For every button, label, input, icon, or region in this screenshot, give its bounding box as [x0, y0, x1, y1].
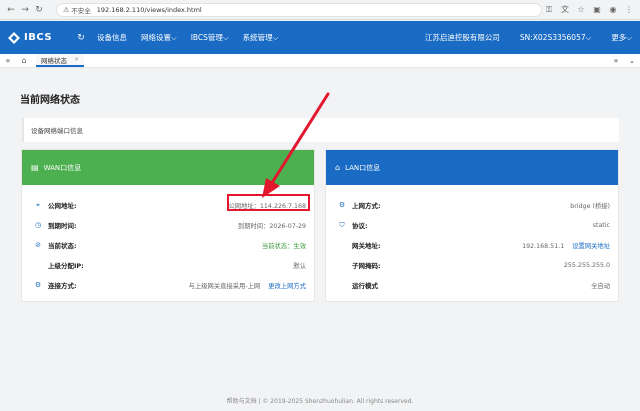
- annotation-arrow: [262, 92, 330, 198]
- clock-icon: ◷: [34, 221, 42, 229]
- extensions-icon[interactable]: ▣: [590, 5, 604, 14]
- wan-row-upstream-ip: 上级分配IP: 默认: [22, 255, 314, 275]
- row-label: 网关地址:: [352, 242, 381, 250]
- lan-panel-title: LAN口信息: [345, 163, 381, 172]
- lan-row-protocol: ⛉ 协议: static: [326, 215, 618, 235]
- menu-dots-icon[interactable]: ⋮: [622, 5, 636, 14]
- lan-row-run-mode: 运行模式 全自动: [326, 275, 618, 295]
- book-icon: ▤: [31, 163, 39, 172]
- gateway-value: 192.168.51.1: [522, 242, 565, 250]
- chevron-down-icon[interactable]: ⌄: [624, 56, 640, 65]
- app-header: IBCS ↻ 设备信息 网络设置⌵ IBCS管理⌵ 系统管理⌵ 江苏启迪控股有限…: [0, 21, 640, 54]
- page-title: 当前网络状态: [20, 95, 80, 106]
- row-label: 上网方式:: [352, 202, 381, 210]
- menu-device-info[interactable]: 设备信息: [97, 32, 127, 43]
- row-label: 上级分配IP:: [48, 262, 84, 270]
- scroll-right-icon[interactable]: »: [608, 56, 624, 65]
- wan-row-status: ⊘ 当前状态: 当前状态：生效: [22, 235, 314, 255]
- close-icon[interactable]: ×: [74, 56, 79, 63]
- tab-network-status[interactable]: 网络状态 ×: [36, 54, 85, 67]
- scroll-left-icon[interactable]: «: [0, 56, 16, 65]
- row-value: 与上级网关直接采用-上网 更改上网方式: [189, 281, 306, 290]
- company-name: 江苏启迪控股有限公司: [424, 33, 500, 42]
- logo-icon: [8, 31, 20, 44]
- lan-row-gateway: 网关地址: 192.168.51.1 设置网关地址: [326, 235, 618, 255]
- row-label: 协议:: [352, 222, 368, 230]
- warning-icon[interactable]: ⚠: [63, 6, 69, 14]
- lan-panel-header: ⌂ LAN口信息: [326, 150, 618, 185]
- row-label: 到期时间:: [48, 222, 77, 230]
- gear-icon: ⚙: [34, 281, 42, 289]
- row-label: 子网掩码:: [352, 262, 381, 270]
- main-menu: 设备信息 网络设置⌵ IBCS管理⌵ 系统管理⌵: [97, 32, 292, 43]
- footer-text: 帮助与文档 | © 2019-2025 Shenzhuohulian. All …: [226, 398, 414, 405]
- wan-row-connection: ⚙ 连接方式: 与上级网关直接采用-上网 更改上网方式: [22, 275, 314, 295]
- row-value: 192.168.51.1 设置网关地址: [522, 241, 610, 250]
- row-value: 到期时间：2026-07-29: [237, 222, 306, 230]
- menu-ibcs-management[interactable]: IBCS管理⌵: [191, 32, 229, 43]
- check-circle-icon: ⊘: [35, 241, 41, 249]
- menu-network-settings[interactable]: 网络设置⌵: [141, 32, 177, 43]
- row-value: bridge (桥接): [570, 202, 610, 210]
- star-icon[interactable]: ☆: [574, 5, 588, 14]
- browser-toolbar: ← → ↻ ⚠ 不安全 192.168.2.110/views/index.ht…: [0, 0, 640, 20]
- back-icon[interactable]: ←: [4, 5, 18, 15]
- home-icon[interactable]: ⌂: [16, 56, 32, 65]
- key-icon[interactable]: ⚿: [542, 5, 556, 15]
- more-dropdown[interactable]: 更多⌵: [611, 32, 632, 43]
- address-bar[interactable]: ⚠ 不安全 192.168.2.110/views/index.html: [56, 2, 542, 17]
- serial-dropdown[interactable]: SN:X02S3356057⌵: [520, 33, 591, 43]
- row-label: 当前状态:: [48, 242, 77, 250]
- row-value: 255.255.255.0: [563, 261, 610, 269]
- wan-panel-title: WAN口信息: [43, 163, 82, 172]
- row-label: 运行模式: [352, 282, 378, 290]
- logo: IBCS: [8, 31, 66, 44]
- gear-icon: ⚙: [338, 201, 346, 209]
- translate-icon[interactable]: 文: [558, 4, 572, 15]
- insecure-label: 不安全: [71, 6, 91, 15]
- tab-label: 网络状态: [41, 56, 67, 65]
- footer: 帮助与文档 | © 2019-2025 Shenzhuohulian. All …: [0, 396, 640, 405]
- forward-icon[interactable]: →: [18, 5, 32, 15]
- url-text[interactable]: 192.168.2.110/views/index.html: [97, 6, 202, 14]
- set-gateway-link[interactable]: 设置网关地址: [572, 243, 610, 250]
- row-label: 连接方式:: [48, 282, 77, 290]
- connection-value: 与上级网关直接采用-上网: [188, 282, 261, 290]
- reload-icon[interactable]: ↻: [32, 5, 46, 15]
- lan-panel: ⌂ LAN口信息 ⚙ 上网方式: bridge (桥接) ⛉ 协议: stati…: [325, 149, 619, 302]
- lan-row-netmask: 子网掩码: 255.255.255.0: [326, 255, 618, 275]
- change-connection-link[interactable]: 更改上网方式: [268, 283, 306, 290]
- shield-icon: ⛉: [339, 220, 345, 229]
- status-value: 当前状态：生效: [261, 242, 306, 250]
- row-value: static: [592, 221, 610, 229]
- row-label: 公网地址:: [48, 202, 77, 210]
- profile-icon[interactable]: ◉: [606, 5, 620, 14]
- menu-system-management[interactable]: 系统管理⌵: [243, 32, 279, 43]
- lan-row-mode: ⚙ 上网方式: bridge (桥接): [326, 195, 618, 215]
- location-icon: ⌖: [36, 200, 40, 209]
- refresh-icon[interactable]: ↻: [74, 33, 88, 43]
- row-value: 默认: [293, 262, 306, 270]
- row-value: 全自动: [591, 282, 610, 290]
- section-title: 设备网络端口信息: [31, 127, 83, 135]
- wan-row-expiry: ◷ 到期时间: 到期时间：2026-07-29: [22, 215, 314, 235]
- tab-bar: « ⌂ 网络状态 × » ⌄: [0, 54, 640, 68]
- logo-text: IBCS: [24, 32, 53, 43]
